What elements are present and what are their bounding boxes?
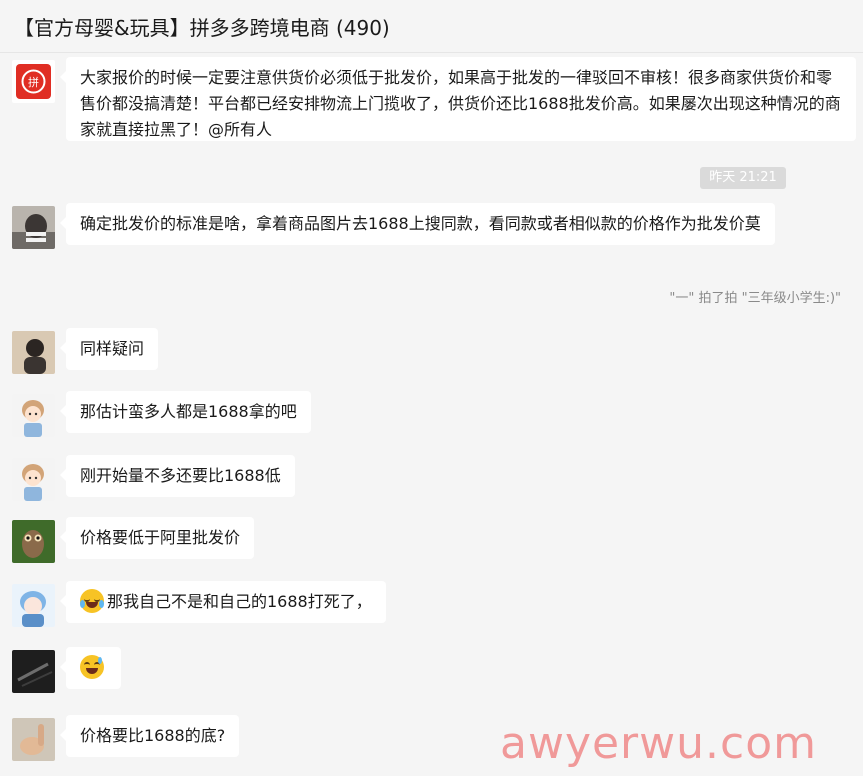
message-text: 价格要比1688的底? <box>80 726 226 745</box>
avatar-user[interactable] <box>12 520 55 563</box>
message-text: 价格要低于阿里批发价 <box>80 528 241 547</box>
pat-notice: "一" 拍了拍 "三年级小学生:)" <box>669 291 841 306</box>
message-bubble[interactable]: 确定批发价的标准是啥，拿着商品图片去1688上搜同款，看同款或者相似款的价格作为… <box>60 203 775 245</box>
message-bubble[interactable]: 同样疑问 <box>59 328 159 370</box>
avatar-user[interactable] <box>12 206 55 249</box>
avatar-user[interactable] <box>12 331 55 374</box>
avatar-user[interactable] <box>12 458 55 501</box>
message-bubble[interactable]: 刚开始量不多还要比1688低 <box>60 455 295 497</box>
avatar-user[interactable] <box>12 718 55 761</box>
avatar-group[interactable]: 拼 <box>12 60 55 103</box>
pinduoduo-logo-icon: 拼 <box>12 60 55 103</box>
message-text: 大家报价的时候一定要注意供货价必须低于批发价，如果高于批发的一律驳回不审核！很多… <box>80 68 841 139</box>
avatar-user[interactable] <box>12 584 55 627</box>
owl-photo-icon <box>12 520 55 563</box>
message-text: 那我自己不是和自己的1688打死了， <box>107 592 372 611</box>
message-bubble[interactable]: 大家报价的时候一定要注意供货价必须低于批发价，如果高于批发的一律驳回不审核！很多… <box>60 57 856 141</box>
message-bubble[interactable]: 那估计蛮多人都是1688拿的吧 <box>60 391 311 433</box>
cartoon-girl-icon <box>12 458 55 501</box>
avatar-user[interactable] <box>12 650 55 693</box>
cartoon-girl-icon <box>12 394 55 437</box>
crying-laughing-emoji-icon <box>80 589 104 613</box>
avatar-user[interactable] <box>12 394 55 437</box>
dark-photo-icon <box>12 650 55 693</box>
message-text: 确定批发价的标准是啥，拿着商品图片去1688上搜同款，看同款或者相似款的价格作为… <box>80 214 761 233</box>
user-photo-icon <box>12 331 55 374</box>
chat-header: 【官方母婴&玩具】拼多多跨境电商 (490) <box>0 0 863 53</box>
timestamp: 昨天 21:21 <box>700 167 786 189</box>
message-bubble[interactable]: 价格要比1688的底? <box>59 715 240 757</box>
svg-text:拼: 拼 <box>28 75 39 89</box>
anime-avatar-icon <box>12 584 55 627</box>
message-bubble[interactable]: 价格要低于阿里批发价 <box>59 517 255 559</box>
watermark: awyerwu.com <box>500 718 817 769</box>
hand-photo-icon <box>12 718 55 761</box>
chat-title[interactable]: 【官方母婴&玩具】拼多多跨境电商 (490) <box>14 12 390 41</box>
message-text: 刚开始量不多还要比1688低 <box>80 466 281 485</box>
message-text: 同样疑问 <box>80 339 145 358</box>
message-bubble[interactable] <box>60 647 121 689</box>
user-photo-icon <box>12 206 55 249</box>
grinning-sweat-emoji-icon <box>80 655 104 679</box>
message-text: 那估计蛮多人都是1688拿的吧 <box>80 402 297 421</box>
message-bubble[interactable]: 那我自己不是和自己的1688打死了， <box>60 581 386 623</box>
